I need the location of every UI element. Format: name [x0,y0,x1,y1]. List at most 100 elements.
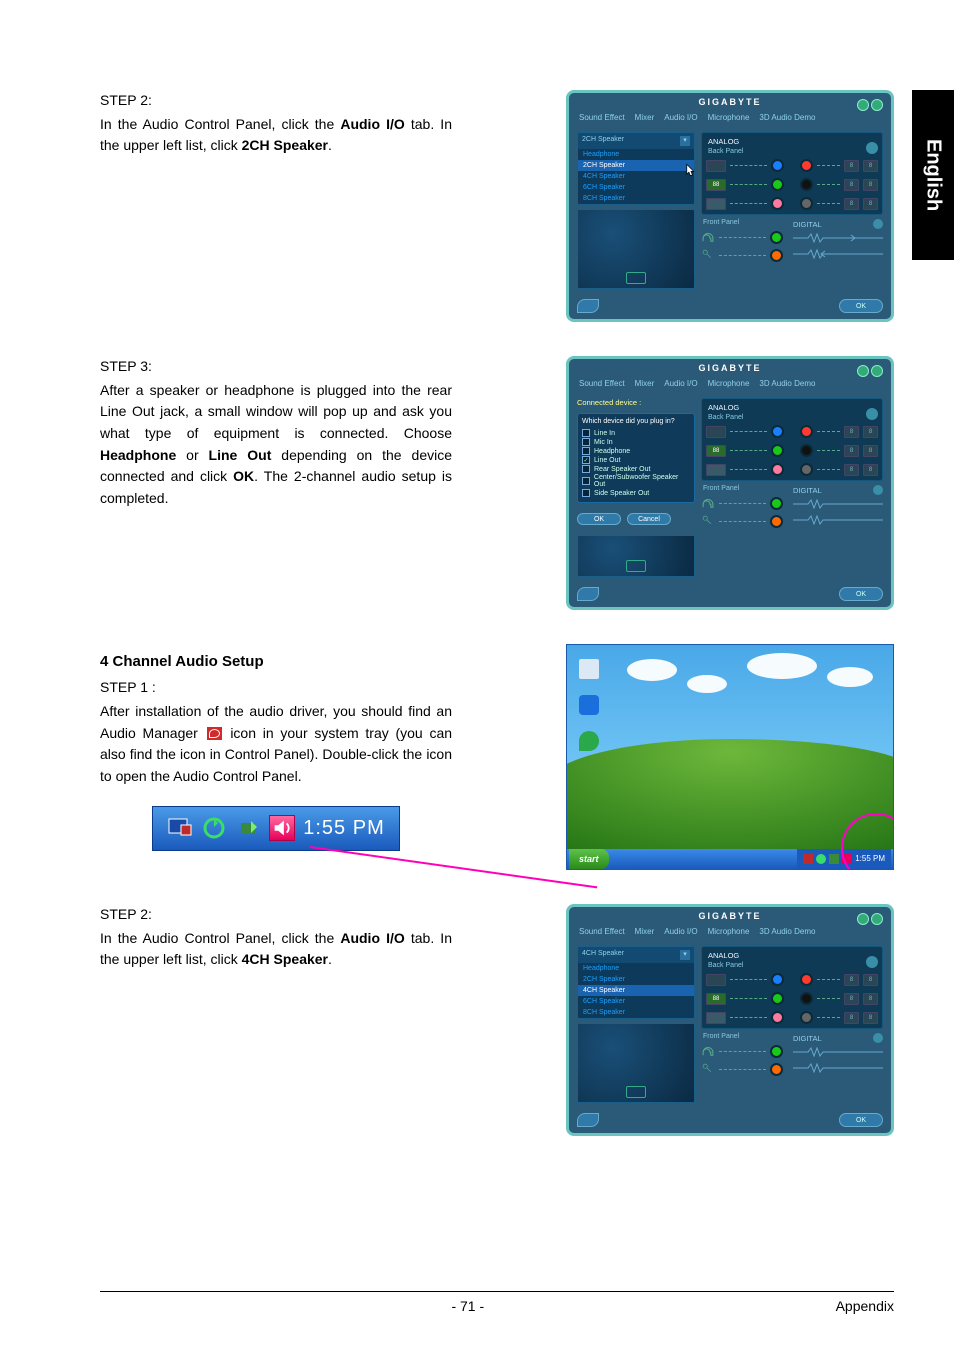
settings-icon[interactable] [873,219,883,229]
jack-green[interactable] [771,178,784,191]
dropdown-option[interactable]: 4CH Speaker [578,171,694,182]
speaker-sm-icon: 8 [863,160,878,172]
tab-mixer[interactable]: Mixer [635,379,655,388]
settings-icon[interactable] [866,956,878,968]
settings-icon[interactable] [873,1033,883,1043]
jack-green[interactable] [771,444,784,457]
minimize-icon[interactable] [857,365,869,377]
info-icon[interactable] [577,299,599,313]
close-icon[interactable] [871,913,883,925]
tab-microphone[interactable]: Microphone [708,379,750,388]
checkbox[interactable]: ✓ [582,456,590,464]
info-icon[interactable] [577,587,599,601]
settings-icon[interactable] [866,408,878,420]
checkbox[interactable] [582,489,590,497]
speaker-sm-icon: 8 [863,464,878,476]
close-icon[interactable] [871,99,883,111]
desktop-shortcut-icon[interactable] [575,727,603,755]
checkbox[interactable] [582,438,590,446]
ok-button[interactable]: OK [839,1113,883,1127]
mic-icon [706,464,726,476]
jack-black[interactable] [800,992,813,1005]
jack-grey[interactable] [800,197,813,210]
jack-red[interactable] [800,159,813,172]
start-button[interactable]: start [569,849,609,869]
room-diagram [577,1023,695,1103]
tray-clock: 1:55 PM [303,813,384,844]
checkbox[interactable] [582,429,590,437]
headphone-icon [701,230,715,244]
speaker-sm-icon: 8 [844,1012,859,1024]
text: . [328,951,332,967]
tray-monitor-icon[interactable] [167,815,193,841]
jack-pink[interactable] [771,197,784,210]
jack-grey[interactable] [800,463,813,476]
info-icon[interactable] [577,1113,599,1127]
dropdown-option[interactable]: 6CH Speaker [578,182,694,193]
minimize-icon[interactable] [857,99,869,111]
minimize-icon[interactable] [857,913,869,925]
tray-remove-hardware-icon[interactable] [235,815,261,841]
microphone-icon [701,1062,715,1076]
front-jack-orange[interactable] [770,1063,783,1076]
dropdown-option[interactable]: 4CH Speaker [578,985,694,996]
front-jack-green[interactable] [770,231,783,244]
checkbox[interactable] [582,465,590,473]
tab-audio-io[interactable]: Audio I/O [664,113,697,122]
speaker-select-dropdown[interactable]: 4CH Speaker▾ Headphone 2CH Speaker 4CH S… [577,946,695,1019]
jack-grey[interactable] [800,1011,813,1024]
tab-3d-demo[interactable]: 3D Audio Demo [759,113,815,122]
jack-black[interactable] [800,178,813,191]
dropdown-option[interactable]: 6CH Speaker [578,996,694,1007]
desktop-shortcut-icon[interactable] [575,691,603,719]
tray-icon[interactable] [816,854,826,864]
jack-blue[interactable] [771,973,784,986]
tab-mixer[interactable]: Mixer [635,113,655,122]
dropdown-option[interactable]: 2CH Speaker [578,160,694,171]
jack-red[interactable] [800,425,813,438]
ok-button[interactable]: OK [839,299,883,313]
tab-microphone[interactable]: Microphone [708,113,750,122]
front-jack-green[interactable] [770,497,783,510]
checkbox[interactable] [582,477,590,485]
dropdown-option[interactable]: 8CH Speaker [578,193,694,204]
jack-red[interactable] [800,973,813,986]
tab-mixer[interactable]: Mixer [635,927,655,936]
settings-icon[interactable] [873,485,883,495]
chevron-down-icon[interactable]: ▾ [680,950,690,960]
chevron-down-icon[interactable]: ▾ [680,136,690,146]
tab-audio-io[interactable]: Audio I/O [664,927,697,936]
front-jack-orange[interactable] [770,515,783,528]
tray-audio-manager-icon[interactable] [269,815,295,841]
tray-refresh-icon[interactable] [201,815,227,841]
tray-icon[interactable] [829,854,839,864]
jack-green[interactable] [771,992,784,1005]
tab-3d-demo[interactable]: 3D Audio Demo [759,379,815,388]
jack-blue[interactable] [771,159,784,172]
tab-microphone[interactable]: Microphone [708,927,750,936]
tab-sound-effect[interactable]: Sound Effect [579,379,625,388]
jack-blue[interactable] [771,425,784,438]
tab-audio-io[interactable]: Audio I/O [664,379,697,388]
tab-sound-effect[interactable]: Sound Effect [579,113,625,122]
front-jack-orange[interactable] [770,249,783,262]
dropdown-option[interactable]: 2CH Speaker [578,974,694,985]
dropdown-option[interactable]: Headphone [578,963,694,974]
popup-ok-button[interactable]: OK [577,513,621,525]
close-icon[interactable] [871,365,883,377]
tab-3d-demo[interactable]: 3D Audio Demo [759,927,815,936]
dropdown-option[interactable]: 8CH Speaker [578,1007,694,1018]
settings-icon[interactable] [866,142,878,154]
speaker-select-dropdown[interactable]: 2CH Speaker▾ Headphone 2CH Speaker 4CH S… [577,132,695,205]
popup-cancel-button[interactable]: Cancel [627,513,671,525]
tray-icon[interactable] [803,854,813,864]
jack-black[interactable] [800,444,813,457]
front-jack-green[interactable] [770,1045,783,1058]
desktop-recycle-bin-icon[interactable] [575,655,603,683]
ok-button[interactable]: OK [839,587,883,601]
dropdown-option[interactable]: Headphone [578,149,694,160]
checkbox[interactable] [582,447,590,455]
jack-pink[interactable] [771,463,784,476]
jack-pink[interactable] [771,1011,784,1024]
tab-sound-effect[interactable]: Sound Effect [579,927,625,936]
